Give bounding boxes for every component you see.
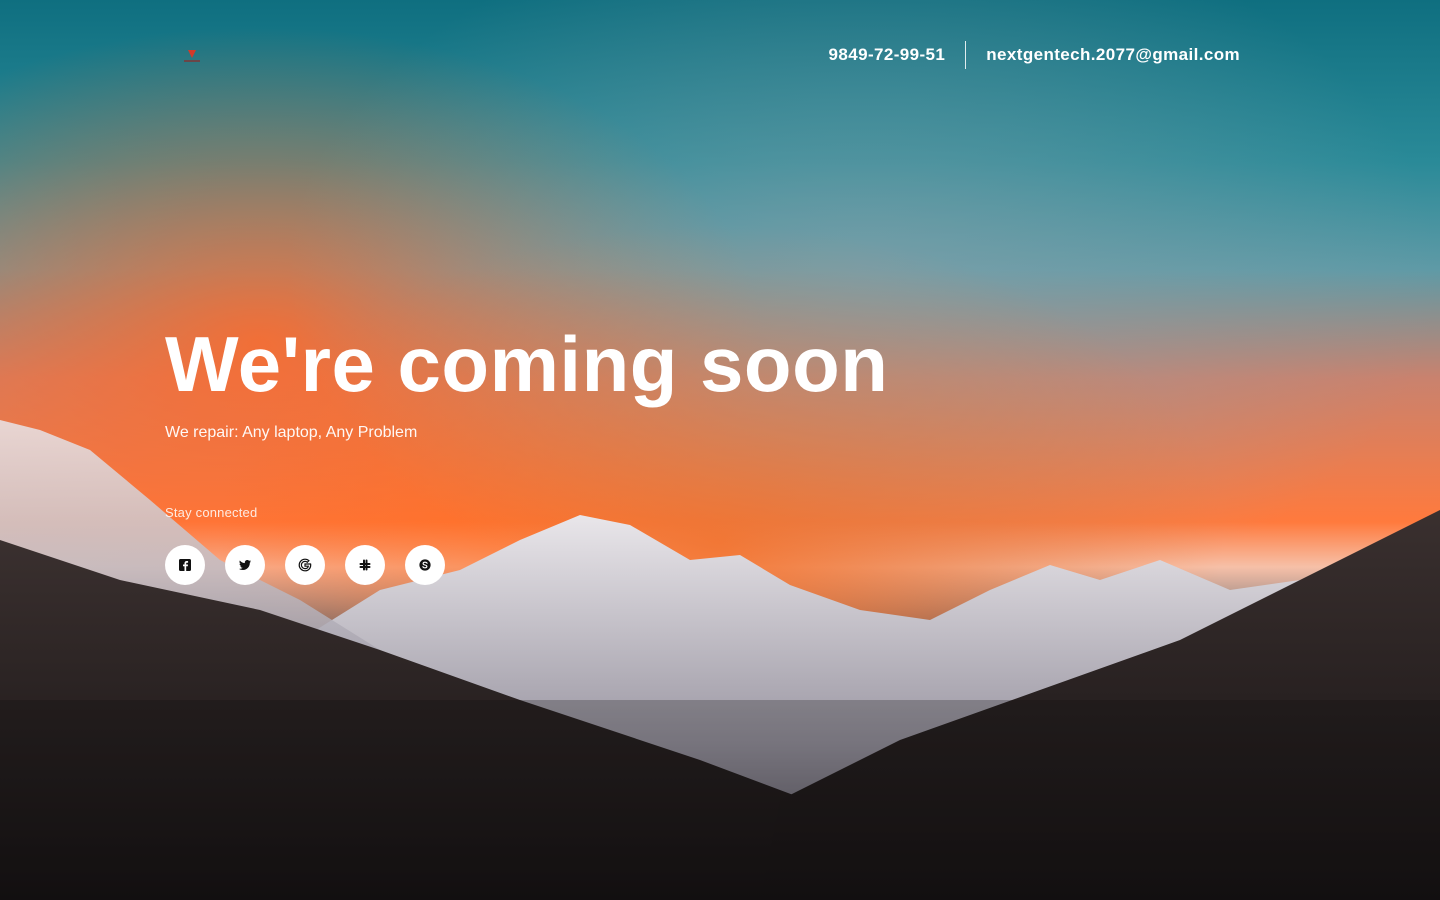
google-icon (298, 558, 312, 572)
logo-icon[interactable] (180, 46, 204, 66)
slack-button[interactable] (345, 545, 385, 585)
google-button[interactable] (285, 545, 325, 585)
facebook-button[interactable] (165, 545, 205, 585)
coming-soon-page: 9849-72-99-51 nextgentech.2077@gmail.com… (0, 0, 1440, 900)
background-mountain-image (0, 0, 1440, 900)
contact-divider (965, 41, 967, 69)
twitter-button[interactable] (225, 545, 265, 585)
facebook-icon (178, 558, 192, 572)
social-links (165, 545, 445, 585)
page-subtitle: We repair: Any laptop, Any Problem (165, 424, 418, 441)
skype-icon (418, 558, 432, 572)
hero-section: We're coming soon We repair: Any laptop,… (165, 320, 1065, 442)
contact-info: 9849-72-99-51 nextgentech.2077@gmail.com (829, 40, 1240, 70)
top-bar: 9849-72-99-51 nextgentech.2077@gmail.com (0, 0, 1440, 110)
skype-button[interactable] (405, 545, 445, 585)
email-link[interactable]: nextgentech.2077@gmail.com (986, 45, 1240, 65)
slack-icon (358, 558, 372, 572)
twitter-icon (238, 558, 252, 572)
phone-link[interactable]: 9849-72-99-51 (829, 45, 946, 65)
stay-connected-label: Stay connected (165, 505, 258, 520)
page-title: We're coming soon (165, 320, 889, 408)
